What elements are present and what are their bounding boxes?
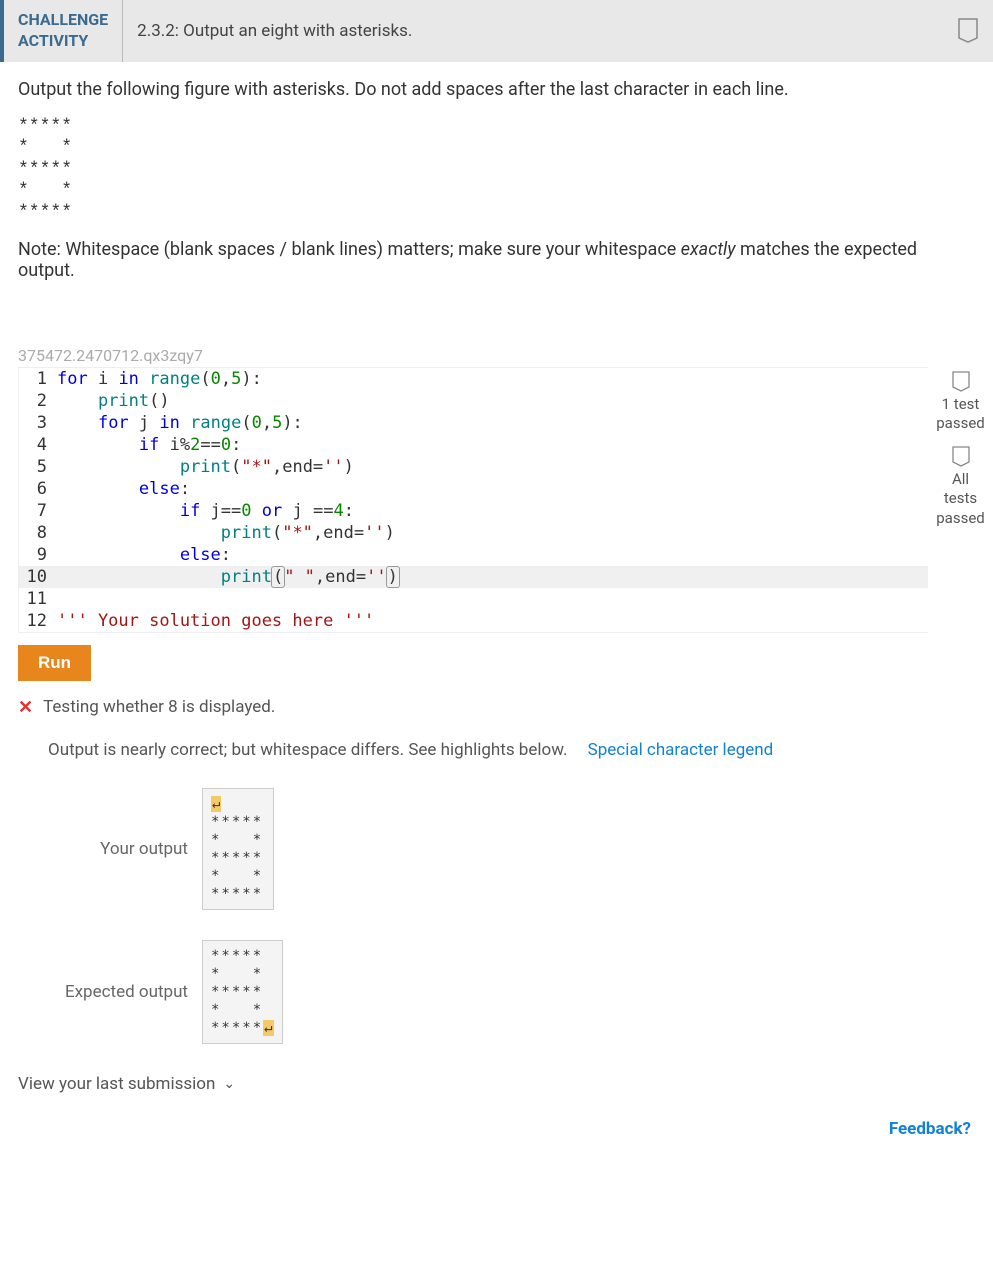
note-prefix: Note: Whitespace (blank spaces / blank l… <box>18 239 681 260</box>
instructions-text: Output the following figure with asteris… <box>18 76 975 103</box>
challenge-header: CHALLENGE ACTIVITY 2.3.2: Output an eigh… <box>0 0 993 62</box>
bookmark-icon[interactable] <box>955 18 981 44</box>
outputs-block: Your output ↵ ***** * * ***** * * ***** … <box>48 788 993 1044</box>
expected-output-row: Expected output ***** * * ***** * * ****… <box>48 940 993 1044</box>
view-last-submission-label: View your last submission <box>18 1074 215 1094</box>
feedback-link-row: Feedback? <box>0 1094 993 1147</box>
all-tests-passed-c: passed <box>928 509 993 529</box>
badge-icon <box>928 371 993 393</box>
test-result-row: ✕ Testing whether 8 is displayed. <box>18 697 993 718</box>
feedback-message: Output is nearly correct; but whitespace… <box>48 740 567 760</box>
expected-output-text: ***** * * ***** * * ***** <box>211 948 263 1036</box>
expected-output-label: Expected output <box>48 982 188 1002</box>
badge-icon <box>928 446 993 468</box>
challenge-label-line1: CHALLENGE <box>18 10 108 31</box>
editor-wrap: 1for i in range(0,5): 2 print() 3 for j … <box>0 367 993 633</box>
view-last-submission[interactable]: View your last submission ⌄ <box>18 1074 993 1094</box>
expected-output-box: ***** * * ***** * * *****↵ <box>202 940 283 1044</box>
your-output-box: ↵ ***** * * ***** * * ***** <box>202 788 274 910</box>
challenge-activity-label: CHALLENGE ACTIVITY <box>4 0 123 62</box>
your-output-text: ***** * * ***** * * ***** <box>211 814 263 902</box>
your-output-label: Your output <box>48 839 188 859</box>
feedback-link[interactable]: Feedback? <box>889 1119 971 1139</box>
note-emphasis: exactly <box>681 239 736 260</box>
special-char-legend-link[interactable]: Special character legend <box>588 740 774 760</box>
test-status-sidebar: 1 test passed All tests passed <box>928 367 993 633</box>
one-test-passed: 1 test passed <box>928 395 993 434</box>
note-text: Note: Whitespace (blank spaces / blank l… <box>18 239 975 281</box>
your-output-row: Your output ↵ ***** * * ***** * * ***** <box>48 788 993 910</box>
fail-x-icon: ✕ <box>18 697 33 718</box>
challenge-title: 2.3.2: Output an eight with asterisks. <box>123 11 955 51</box>
expected-figure: ***** * * ***** * * ***** <box>18 117 975 225</box>
all-tests-passed-a: All <box>928 470 993 490</box>
test-result-text: Testing whether 8 is displayed. <box>43 697 275 717</box>
highlight-newline-icon: ↵ <box>263 1020 273 1036</box>
question-id: 375472.2470712.qx3zqy7 <box>18 346 993 365</box>
all-tests-passed-b: tests <box>928 489 993 509</box>
challenge-label-line2: ACTIVITY <box>18 31 108 52</box>
run-button[interactable]: Run <box>18 645 91 681</box>
feedback-message-row: Output is nearly correct; but whitespace… <box>48 740 993 760</box>
chevron-down-icon: ⌄ <box>223 1076 235 1092</box>
highlight-newline-icon: ↵ <box>211 796 221 812</box>
instructions-block: Output the following figure with asteris… <box>0 62 993 291</box>
code-editor[interactable]: 1for i in range(0,5): 2 print() 3 for j … <box>18 367 928 633</box>
